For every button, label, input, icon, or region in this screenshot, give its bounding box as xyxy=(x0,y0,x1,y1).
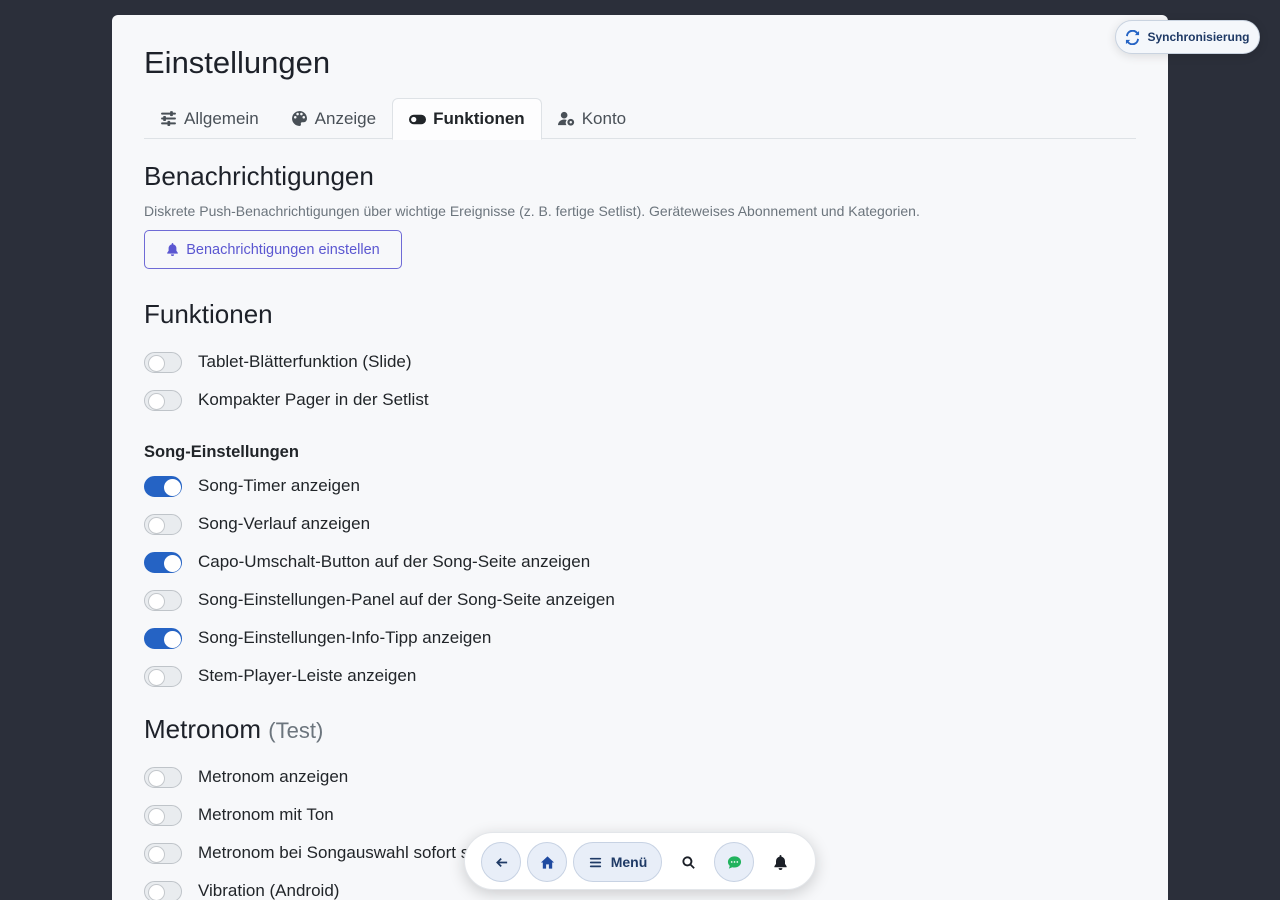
user-gear-icon xyxy=(557,111,574,126)
toggle-row-info-tip: Song-Einstellungen-Info-Tipp anzeigen xyxy=(144,626,491,650)
sync-icon xyxy=(1126,29,1140,45)
palette-icon xyxy=(291,111,307,126)
sync-label: Synchronisierung xyxy=(1147,30,1250,44)
toggle-row-tablet-slide: Tablet-Blätterfunktion (Slide) xyxy=(144,350,412,374)
toggle-label: Vibration (Android) xyxy=(198,881,340,900)
toggle-switch[interactable] xyxy=(144,513,182,535)
toggle-label: Song-Timer anzeigen xyxy=(198,476,360,495)
toggle-row-metronome-show: Metronom anzeigen xyxy=(144,765,348,789)
hamburger-icon xyxy=(589,857,601,867)
tab-label: Funktionen xyxy=(433,109,525,128)
bottom-navigation: Menü xyxy=(464,832,816,890)
functions-title: Funktionen xyxy=(144,299,273,329)
arrow-left-icon xyxy=(495,857,507,867)
toggle-switch[interactable] xyxy=(144,880,182,900)
chat-button[interactable] xyxy=(714,842,754,882)
menu-button[interactable]: Menü xyxy=(573,842,662,882)
settings-tabs: Allgemein Anzeige Funktionen Konto xyxy=(144,98,1136,140)
settings-card: Einstellungen Allgemein Anzeige Funktion… xyxy=(112,15,1168,900)
toggle-switch[interactable] xyxy=(144,766,182,788)
home-button[interactable] xyxy=(527,842,567,882)
toggle-label: Metronom anzeigen xyxy=(198,767,349,786)
toggle-row-metronome-sound: Metronom mit Ton xyxy=(144,803,334,827)
toggle-label: Tablet-Blätterfunktion (Slide) xyxy=(198,352,412,371)
chat-icon xyxy=(727,855,741,869)
toggle-row-song-timer: Song-Timer anzeigen xyxy=(144,474,360,498)
tab-label: Konto xyxy=(581,108,627,128)
toggle-row-stem-player: Stem-Player-Leiste anzeigen xyxy=(144,664,416,688)
toggle-label: Capo-Umschalt-Button auf der Song-Seite … xyxy=(198,552,591,571)
sync-button[interactable]: Synchronisierung xyxy=(1115,20,1260,54)
toggle-row-vibration: Vibration (Android) xyxy=(144,879,339,900)
notifications-description: Diskrete Push-Benachrichtigungen über wi… xyxy=(144,203,920,219)
toggle-label: Song-Verlauf anzeigen xyxy=(198,514,371,533)
search-button[interactable] xyxy=(668,842,708,882)
toggle-switch[interactable] xyxy=(144,842,182,864)
tab-funktionen[interactable]: Funktionen xyxy=(392,98,542,140)
toggle-label: Song-Einstellungen-Info-Tipp anzeigen xyxy=(198,628,492,647)
toggle-label: Metronom mit Ton xyxy=(198,805,334,824)
toggle-label: Song-Einstellungen-Panel auf der Song-Se… xyxy=(198,590,615,609)
tab-konto[interactable]: Konto xyxy=(542,98,642,139)
toggle-icon xyxy=(409,114,427,124)
tab-label: Anzeige xyxy=(314,108,377,128)
toggle-switch[interactable] xyxy=(144,589,182,611)
toggle-label: Kompakter Pager in der Setlist xyxy=(198,390,429,409)
toggle-row-song-history: Song-Verlauf anzeigen xyxy=(144,512,370,536)
page-title: Einstellungen xyxy=(144,45,331,80)
song-settings-heading: Song-Einstellungen xyxy=(144,443,299,461)
back-button[interactable] xyxy=(481,842,521,882)
metronome-title-text: Metronom xyxy=(144,714,262,744)
notifications-nav-button[interactable] xyxy=(760,842,800,882)
metronome-title-suffix: (Test) xyxy=(268,718,324,743)
tab-anzeige[interactable]: Anzeige xyxy=(275,98,392,139)
toggle-row-metronome-autostart: Metronom bei Songauswahl sofort starten xyxy=(144,841,513,865)
toggle-switch[interactable] xyxy=(144,351,182,373)
toggle-switch[interactable] xyxy=(144,389,182,411)
metronome-title: Metronom (Test) xyxy=(144,714,323,745)
tab-label: Allgemein xyxy=(184,108,259,128)
menu-label: Menü xyxy=(610,854,648,870)
bell-icon xyxy=(167,243,179,256)
home-icon xyxy=(540,855,554,869)
search-icon xyxy=(681,855,695,869)
sliders-icon xyxy=(161,111,176,126)
notifications-button-label: Benachrichtigungen einstellen xyxy=(186,241,380,258)
toggle-switch[interactable] xyxy=(144,475,182,497)
tab-allgemein[interactable]: Allgemein xyxy=(144,98,275,139)
toggle-switch[interactable] xyxy=(144,551,182,573)
toggle-label: Stem-Player-Leiste anzeigen xyxy=(198,666,417,685)
toggle-row-capo-button: Capo-Umschalt-Button auf der Song-Seite … xyxy=(144,550,590,574)
notifications-settings-button[interactable]: Benachrichtigungen einstellen xyxy=(144,230,402,269)
bell-icon xyxy=(773,854,787,870)
toggle-row-compact-pager: Kompakter Pager in der Setlist xyxy=(144,388,429,412)
toggle-switch[interactable] xyxy=(144,627,182,649)
toggle-row-settings-panel: Song-Einstellungen-Panel auf der Song-Se… xyxy=(144,588,615,612)
toggle-switch[interactable] xyxy=(144,665,182,687)
notifications-title: Benachrichtigungen xyxy=(144,161,374,191)
toggle-switch[interactable] xyxy=(144,804,182,826)
